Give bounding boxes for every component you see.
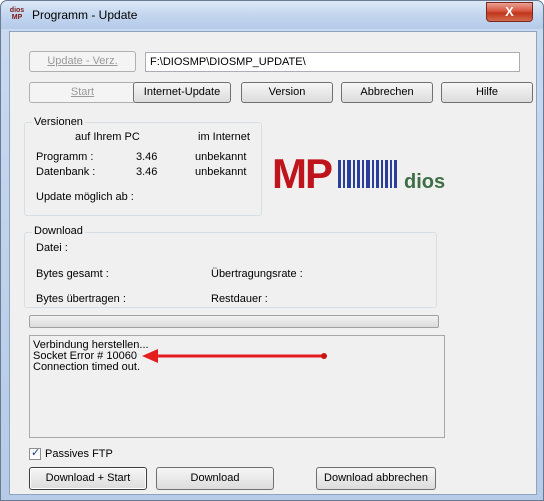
passive-ftp-checkbox[interactable]: ✓: [29, 447, 41, 460]
download-start-button[interactable]: Download + Start: [29, 467, 147, 490]
help-button[interactable]: Hilfe: [441, 82, 533, 103]
database-version-label: Datenbank :: [36, 166, 96, 178]
database-version-internet: unbekannt: [195, 166, 247, 178]
internet-update-button[interactable]: Internet-Update: [133, 82, 231, 103]
dios-mp-app-icon: dios MP: [9, 7, 25, 21]
update-dir-button[interactable]: Update - Verz.: [29, 51, 136, 72]
update-path-field[interactable]: F:\DIOSMP\DIOSMP_UPDATE\: [145, 52, 520, 72]
svg-text:dios: dios: [404, 171, 445, 193]
database-version-local: 3.46: [136, 166, 158, 178]
close-icon: X: [505, 4, 514, 19]
remaining-time-label: Restdauer :: [211, 293, 268, 305]
program-version-local: 3.46: [136, 151, 158, 163]
svg-text:MP: MP: [272, 150, 332, 194]
bytes-transferred-label: Bytes übertragen :: [36, 293, 126, 305]
update-window: dios MP Programm - Update X Update - Ver…: [0, 0, 544, 501]
col-local-header: auf Ihrem PC: [75, 131, 140, 143]
col-internet-header: im Internet: [198, 131, 250, 143]
red-arrow-annotation: [142, 349, 327, 363]
download-button[interactable]: Download: [156, 467, 274, 490]
update-possible-label: Update möglich ab :: [36, 191, 134, 203]
window-title: Programm - Update: [32, 8, 138, 22]
version-button[interactable]: Version: [241, 82, 333, 103]
program-version-internet: unbekannt: [195, 151, 247, 163]
close-button[interactable]: X: [486, 2, 533, 22]
cancel-button[interactable]: Abbrechen: [341, 82, 433, 103]
checkmark-icon: ✓: [31, 447, 41, 459]
bytes-total-label: Bytes gesamt :: [36, 268, 109, 280]
file-label: Datei :: [36, 242, 68, 254]
download-cancel-button[interactable]: Download abbrechen: [316, 467, 436, 490]
versions-group-title: Versionen: [32, 116, 85, 128]
passive-ftp-label: Passives FTP: [45, 448, 113, 460]
download-group-title: Download: [32, 225, 85, 237]
title-bar[interactable]: dios MP Programm - Update X: [1, 1, 543, 29]
start-button[interactable]: Start: [29, 82, 136, 103]
mp-dios-logo: MP dios: [272, 150, 445, 194]
download-progress-bar: [29, 315, 439, 328]
dialog-client-area: Update - Verz. F:\DIOSMP\DIOSMP_UPDATE\ …: [9, 31, 537, 495]
program-version-label: Programm :: [36, 151, 94, 163]
transfer-rate-label: Übertragungsrate :: [211, 268, 303, 280]
